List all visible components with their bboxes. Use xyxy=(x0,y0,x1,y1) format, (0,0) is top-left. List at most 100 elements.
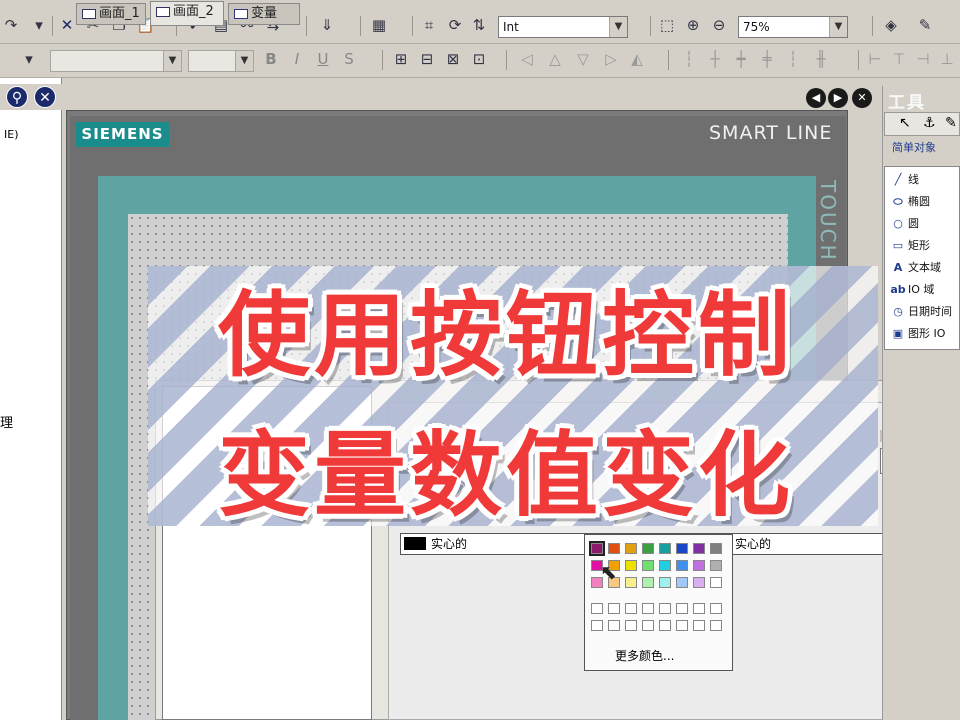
scroll-right-icon[interactable]: ▶ xyxy=(828,88,848,108)
close-tab-icon[interactable]: ✕ xyxy=(852,88,872,108)
custom-color-cell[interactable] xyxy=(642,603,654,614)
align-icon[interactable]: ⊡ xyxy=(470,50,488,68)
color-cell[interactable] xyxy=(625,543,637,554)
more-colors-link[interactable]: 更多颜色... xyxy=(615,647,674,664)
pointer-tool-icon[interactable]: ↖ xyxy=(899,115,911,131)
bring-front-icon[interactable]: ◭ xyxy=(628,50,646,68)
color-cell[interactable] xyxy=(693,560,705,571)
chevron-down-icon[interactable]: ▼ xyxy=(829,17,847,37)
color-cell[interactable] xyxy=(659,560,671,571)
custom-color-cell[interactable] xyxy=(710,620,722,631)
replace-icon[interactable]: ⇅ xyxy=(470,16,488,34)
distribute-icon[interactable]: ┼ xyxy=(706,50,724,68)
font-size-select[interactable]: ▼ xyxy=(188,50,254,72)
color-cell[interactable] xyxy=(676,560,688,571)
bold-icon[interactable]: B xyxy=(262,50,280,68)
type-select[interactable]: Int ▼ xyxy=(498,16,628,38)
color-cell[interactable] xyxy=(642,543,654,554)
custom-color-cell[interactable] xyxy=(642,620,654,631)
color-cell[interactable] xyxy=(693,577,705,588)
color-cell[interactable] xyxy=(625,560,637,571)
color-cell[interactable] xyxy=(659,543,671,554)
color-palette-popup[interactable]: 更多颜色... xyxy=(584,534,733,671)
triangle-right-icon[interactable]: ▷ xyxy=(602,50,620,68)
color-cell[interactable] xyxy=(642,577,654,588)
align-icon[interactable]: ⊟ xyxy=(418,50,436,68)
tree-item[interactable]: IE) xyxy=(4,128,19,141)
zoom-out-icon[interactable]: ⊖ xyxy=(710,16,728,34)
align-icon[interactable]: ⊞ xyxy=(392,50,410,68)
tool-item[interactable]: ab IO 域 xyxy=(888,280,934,300)
download-icon[interactable]: ⇓ xyxy=(318,16,336,34)
color-cell[interactable] xyxy=(710,543,722,554)
color-cell[interactable] xyxy=(710,560,722,571)
custom-color-cell[interactable] xyxy=(591,620,603,631)
custom-color-cell[interactable] xyxy=(676,620,688,631)
distribute-icon[interactable]: ╫ xyxy=(812,50,830,68)
color-cell[interactable] xyxy=(676,577,688,588)
zoom-in-icon[interactable]: ⊕ xyxy=(684,16,702,34)
color-cell[interactable] xyxy=(659,577,671,588)
tab-screen-1[interactable]: 画面_1 xyxy=(76,3,146,25)
italic-icon[interactable]: I xyxy=(288,50,306,68)
chevron-down-icon[interactable]: ▼ xyxy=(163,51,181,71)
custom-color-cell[interactable] xyxy=(591,603,603,614)
simple-objects-header[interactable]: 简单对象 xyxy=(892,139,936,155)
anchor-tool-icon[interactable]: ⚓ xyxy=(923,115,936,131)
align-bottom-icon[interactable]: ⊥ xyxy=(938,50,956,68)
distribute-icon[interactable]: ┆ xyxy=(784,50,802,68)
align-icon[interactable]: ⊠ xyxy=(444,50,462,68)
redo-dropdown-icon[interactable]: ▾ xyxy=(30,16,48,34)
tool-item[interactable]: ▭ 矩形 xyxy=(888,236,930,256)
color-cell[interactable] xyxy=(625,577,637,588)
tool-item[interactable]: ╱ 线 xyxy=(888,170,919,190)
pen-tool-icon[interactable]: ✎ xyxy=(945,115,957,131)
custom-color-cell[interactable] xyxy=(710,603,722,614)
triangle-up-icon[interactable]: △ xyxy=(546,50,564,68)
scroll-left-icon[interactable]: ◀ xyxy=(806,88,826,108)
tool-item[interactable]: ▣ 图形 IO xyxy=(888,324,946,344)
align-right-icon[interactable]: ⊣ xyxy=(914,50,932,68)
custom-color-cell[interactable] xyxy=(659,620,671,631)
color-cell[interactable] xyxy=(608,543,620,554)
color-cell[interactable] xyxy=(693,543,705,554)
refresh-icon[interactable]: ⟳ xyxy=(446,16,464,34)
align-left-icon[interactable]: ⊢ xyxy=(866,50,884,68)
distribute-icon[interactable]: ┿ xyxy=(732,50,750,68)
zoom-select[interactable]: 75% ▼ xyxy=(738,16,848,38)
chevron-down-icon[interactable]: ▼ xyxy=(235,51,253,71)
strikethrough-icon[interactable]: S xyxy=(340,50,358,68)
layer-icon[interactable]: ▦ xyxy=(370,16,388,34)
custom-color-cell[interactable] xyxy=(693,620,705,631)
custom-color-cell[interactable] xyxy=(608,603,620,614)
tool-item[interactable]: ⬭ 椭圆 xyxy=(888,192,930,212)
delete-icon[interactable]: ✕ xyxy=(58,16,76,34)
color-cell[interactable] xyxy=(642,560,654,571)
tree-item[interactable]: 理 xyxy=(0,412,13,431)
project-tree[interactable]: IE) 理 xyxy=(0,78,62,720)
tab-screen-2[interactable]: 画面_2 xyxy=(150,1,224,26)
fill-color-icon[interactable]: ◈ xyxy=(882,16,900,34)
tool-item[interactable]: A 文本域 xyxy=(888,258,941,278)
custom-color-cell[interactable] xyxy=(625,603,637,614)
color-cell[interactable] xyxy=(710,577,722,588)
color-cell[interactable] xyxy=(676,543,688,554)
pin-icon[interactable]: ⚲ xyxy=(6,86,28,108)
close-icon[interactable]: ✕ xyxy=(34,86,56,108)
redo-icon[interactable]: ↷ xyxy=(2,16,20,34)
line-color-icon[interactable]: ✎ xyxy=(916,16,934,34)
align-top-icon[interactable]: ⊤ xyxy=(890,50,908,68)
custom-color-cell[interactable] xyxy=(676,603,688,614)
zoom-area-icon[interactable]: ⬚ xyxy=(658,16,676,34)
distribute-icon[interactable]: ╪ xyxy=(758,50,776,68)
binoculars-icon[interactable]: ⌗ xyxy=(420,16,438,34)
triangle-down-icon[interactable]: ▽ xyxy=(574,50,592,68)
tab-tags[interactable]: 变量 xyxy=(228,3,300,25)
distribute-icon[interactable]: ┆ xyxy=(680,50,698,68)
custom-color-cell[interactable] xyxy=(659,603,671,614)
dropdown-icon[interactable]: ▾ xyxy=(20,50,38,68)
tool-item[interactable]: ◷ 日期时间 xyxy=(888,302,952,322)
triangle-left-icon[interactable]: ◁ xyxy=(518,50,536,68)
custom-color-cell[interactable] xyxy=(608,620,620,631)
tool-item[interactable]: ○ 圆 xyxy=(888,214,919,234)
